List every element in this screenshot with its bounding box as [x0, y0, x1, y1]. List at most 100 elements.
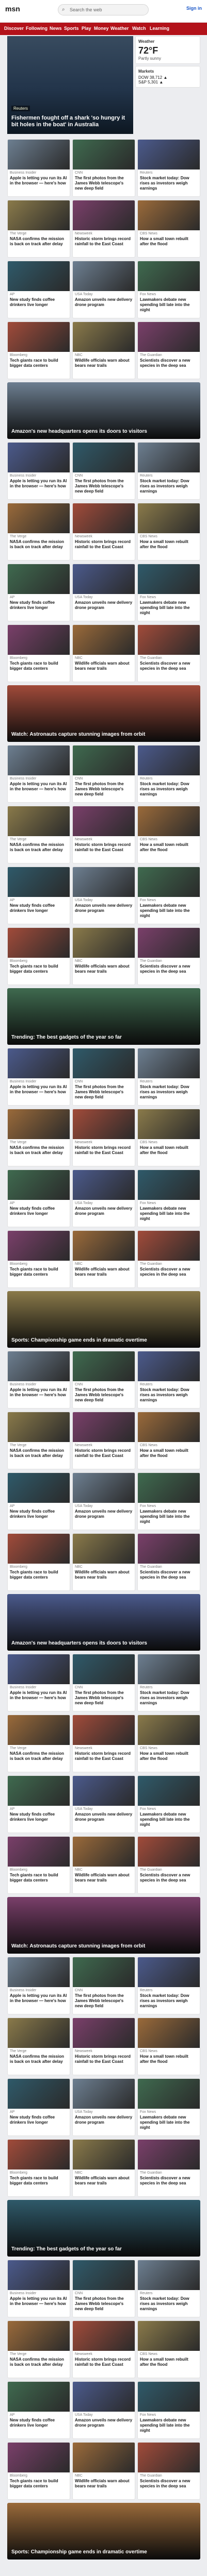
news-card[interactable]: NBC Wildlife officials warn about bears n…: [72, 624, 135, 682]
news-card[interactable]: NBC Wildlife officials warn about bears n…: [72, 927, 135, 985]
card-headline[interactable]: New study finds coffee drinkers live lon…: [8, 1205, 70, 1218]
card-headline[interactable]: Apple is letting you run its AI in the b…: [8, 2295, 70, 2309]
news-card[interactable]: Bloomberg Tech giants race to build bigge…: [7, 321, 70, 379]
card-headline[interactable]: How a small town rebuilt after the flood: [138, 538, 200, 552]
search-input[interactable]: ⌕ Search the web: [58, 4, 149, 15]
news-card[interactable]: CBS News How a small town rebuilt after t…: [137, 806, 200, 863]
news-card[interactable]: Fox News Lawmakers debate new spending bi…: [137, 1472, 200, 1530]
news-card[interactable]: Business Insider Apple is letting you run…: [7, 442, 70, 500]
card-headline[interactable]: How a small town rebuilt after the flood: [138, 235, 200, 249]
card-headline[interactable]: Historic storm brings record rainfall to…: [73, 1447, 135, 1461]
news-card[interactable]: USA Today Amazon unveils new delivery dro…: [72, 1472, 135, 1530]
news-card[interactable]: CNN The first photos from the James Webb …: [72, 1957, 135, 2014]
news-card[interactable]: Bloomberg Tech giants race to build bigge…: [7, 2442, 70, 2500]
nav-item-sports[interactable]: Sports: [64, 26, 79, 31]
wide-story-title[interactable]: Trending: The best gadgets of the year s…: [11, 2246, 196, 2252]
card-headline[interactable]: Tech giants race to build bigger data ce…: [8, 1266, 70, 1279]
news-card[interactable]: The Verge NASA confirms the mission is ba…: [7, 2320, 70, 2378]
wide-story[interactable]: Sports: Championship game ends in dramat…: [7, 1291, 200, 1348]
news-card[interactable]: NBC Wildlife officials warn about bears n…: [72, 1836, 135, 1894]
card-headline[interactable]: Tech giants race to build bigger data ce…: [8, 963, 70, 976]
news-card[interactable]: CNN The first photos from the James Webb …: [72, 1351, 135, 1409]
card-headline[interactable]: Lawmakers debate new spending bill late …: [138, 2114, 200, 2132]
news-card[interactable]: CNN The first photos from the James Webb …: [72, 2260, 135, 2317]
card-headline[interactable]: The first photos from the James Webb tel…: [73, 175, 135, 193]
card-headline[interactable]: How a small town rebuilt after the flood: [138, 1447, 200, 1461]
wide-story[interactable]: Trending: The best gadgets of the year s…: [7, 2200, 200, 2257]
news-card[interactable]: The Verge NASA confirms the mission is ba…: [7, 2018, 70, 2075]
news-card[interactable]: CNN The first photos from the James Webb …: [72, 1654, 135, 1711]
card-headline[interactable]: Stock market today: Dow rises as investo…: [138, 1083, 200, 1101]
nav-item-play[interactable]: Play: [82, 26, 91, 31]
hero-story[interactable]: Reuters Fishermen fought off a shark 'so…: [7, 36, 133, 134]
card-headline[interactable]: NASA confirms the mission is back on tra…: [8, 1750, 70, 1764]
news-card[interactable]: USA Today Amazon unveils new delivery dro…: [72, 564, 135, 621]
card-headline[interactable]: Lawmakers debate new spending bill late …: [138, 2417, 200, 2435]
news-card[interactable]: CBS News How a small town rebuilt after t…: [137, 2320, 200, 2378]
news-card[interactable]: CBS News How a small town rebuilt after t…: [137, 1715, 200, 1772]
news-card[interactable]: Fox News Lawmakers debate new spending bi…: [137, 564, 200, 621]
card-headline[interactable]: Historic storm brings record rainfall to…: [73, 841, 135, 855]
news-card[interactable]: CNN The first photos from the James Webb …: [72, 139, 135, 197]
card-headline[interactable]: New study finds coffee drinkers live lon…: [8, 599, 70, 613]
wide-story-title[interactable]: Trending: The best gadgets of the year s…: [11, 1035, 196, 1041]
card-headline[interactable]: Apple is letting you run its AI in the b…: [8, 1992, 70, 2006]
card-headline[interactable]: Amazon unveils new delivery drone progra…: [73, 296, 135, 310]
wide-story-title[interactable]: Sports: Championship game ends in dramat…: [11, 2549, 196, 2555]
hero-title[interactable]: Fishermen fought off a shark 'so hungry …: [11, 115, 129, 129]
card-headline[interactable]: NASA confirms the mission is back on tra…: [8, 2053, 70, 2066]
news-card[interactable]: NBC Wildlife officials warn about bears n…: [72, 321, 135, 379]
news-card[interactable]: Reuters Stock market today: Dow rises as …: [137, 745, 200, 803]
wide-story-title[interactable]: Amazon's new headquarters opens its door…: [11, 429, 196, 435]
news-card[interactable]: NBC Wildlife officials warn about bears n…: [72, 2139, 135, 2197]
card-headline[interactable]: Stock market today: Dow rises as investo…: [138, 1689, 200, 1707]
card-headline[interactable]: New study finds coffee drinkers live lon…: [8, 1811, 70, 1824]
card-headline[interactable]: Tech giants race to build bigger data ce…: [8, 2175, 70, 2188]
card-headline[interactable]: The first photos from the James Webb tel…: [73, 1992, 135, 2010]
card-headline[interactable]: Wildlife officials warn about bears near…: [73, 660, 135, 673]
news-card[interactable]: The Verge NASA confirms the mission is ba…: [7, 806, 70, 863]
news-card[interactable]: The Verge NASA confirms the mission is ba…: [7, 1412, 70, 1469]
card-headline[interactable]: NASA confirms the mission is back on tra…: [8, 235, 70, 249]
card-headline[interactable]: Lawmakers debate new spending bill late …: [138, 1508, 200, 1526]
news-card[interactable]: Business Insider Apple is letting you run…: [7, 139, 70, 197]
news-card[interactable]: USA Today Amazon unveils new delivery dro…: [72, 867, 135, 924]
news-card[interactable]: The Guardian Scientists discover a new sp…: [137, 321, 200, 379]
card-headline[interactable]: Apple is letting you run its AI in the b…: [8, 1386, 70, 1400]
nav-item-news[interactable]: News: [50, 26, 62, 31]
news-card[interactable]: Newsweek Historic storm brings record rai…: [72, 1412, 135, 1469]
news-card[interactable]: Business Insider Apple is letting you run…: [7, 1048, 70, 1106]
card-headline[interactable]: Historic storm brings record rainfall to…: [73, 1750, 135, 1764]
news-card[interactable]: AP New study finds coffee drinkers live l…: [7, 1472, 70, 1530]
news-card[interactable]: USA Today Amazon unveils new delivery dro…: [72, 2381, 135, 2439]
news-card[interactable]: AP New study finds coffee drinkers live l…: [7, 2381, 70, 2439]
card-headline[interactable]: Scientists discover a new species in the…: [138, 660, 200, 673]
news-card[interactable]: Fox News Lawmakers debate new spending bi…: [137, 1775, 200, 1833]
news-card[interactable]: CNN The first photos from the James Webb …: [72, 442, 135, 500]
nav-item-following[interactable]: Following: [26, 26, 47, 31]
card-headline[interactable]: Wildlife officials warn about bears near…: [73, 1569, 135, 1582]
news-card[interactable]: Bloomberg Tech giants race to build bigge…: [7, 624, 70, 682]
news-card[interactable]: AP New study finds coffee drinkers live l…: [7, 1775, 70, 1833]
news-card[interactable]: CBS News How a small town rebuilt after t…: [137, 2018, 200, 2075]
card-headline[interactable]: Tech giants race to build bigger data ce…: [8, 357, 70, 370]
card-headline[interactable]: Stock market today: Dow rises as investo…: [138, 175, 200, 193]
card-headline[interactable]: Lawmakers debate new spending bill late …: [138, 1205, 200, 1223]
news-card[interactable]: Bloomberg Tech giants race to build bigge…: [7, 1533, 70, 1591]
card-headline[interactable]: New study finds coffee drinkers live lon…: [8, 902, 70, 916]
card-headline[interactable]: New study finds coffee drinkers live lon…: [8, 296, 70, 310]
card-headline[interactable]: Scientists discover a new species in the…: [138, 963, 200, 976]
news-card[interactable]: AP New study finds coffee drinkers live l…: [7, 261, 70, 318]
news-card[interactable]: USA Today Amazon unveils new delivery dro…: [72, 1170, 135, 1227]
news-card[interactable]: NBC Wildlife officials warn about bears n…: [72, 1230, 135, 1288]
card-headline[interactable]: How a small town rebuilt after the flood: [138, 1144, 200, 1158]
nav-item-weather[interactable]: Weather: [110, 26, 129, 31]
card-headline[interactable]: Wildlife officials warn about bears near…: [73, 357, 135, 370]
news-card[interactable]: CBS News How a small town rebuilt after t…: [137, 1109, 200, 1166]
card-headline[interactable]: How a small town rebuilt after the flood: [138, 1750, 200, 1764]
news-card[interactable]: The Guardian Scientists discover a new sp…: [137, 2442, 200, 2500]
news-card[interactable]: Business Insider Apple is letting you run…: [7, 1654, 70, 1711]
card-headline[interactable]: New study finds coffee drinkers live lon…: [8, 2417, 70, 2430]
card-headline[interactable]: Wildlife officials warn about bears near…: [73, 2478, 135, 2491]
card-headline[interactable]: Stock market today: Dow rises as investo…: [138, 781, 200, 799]
